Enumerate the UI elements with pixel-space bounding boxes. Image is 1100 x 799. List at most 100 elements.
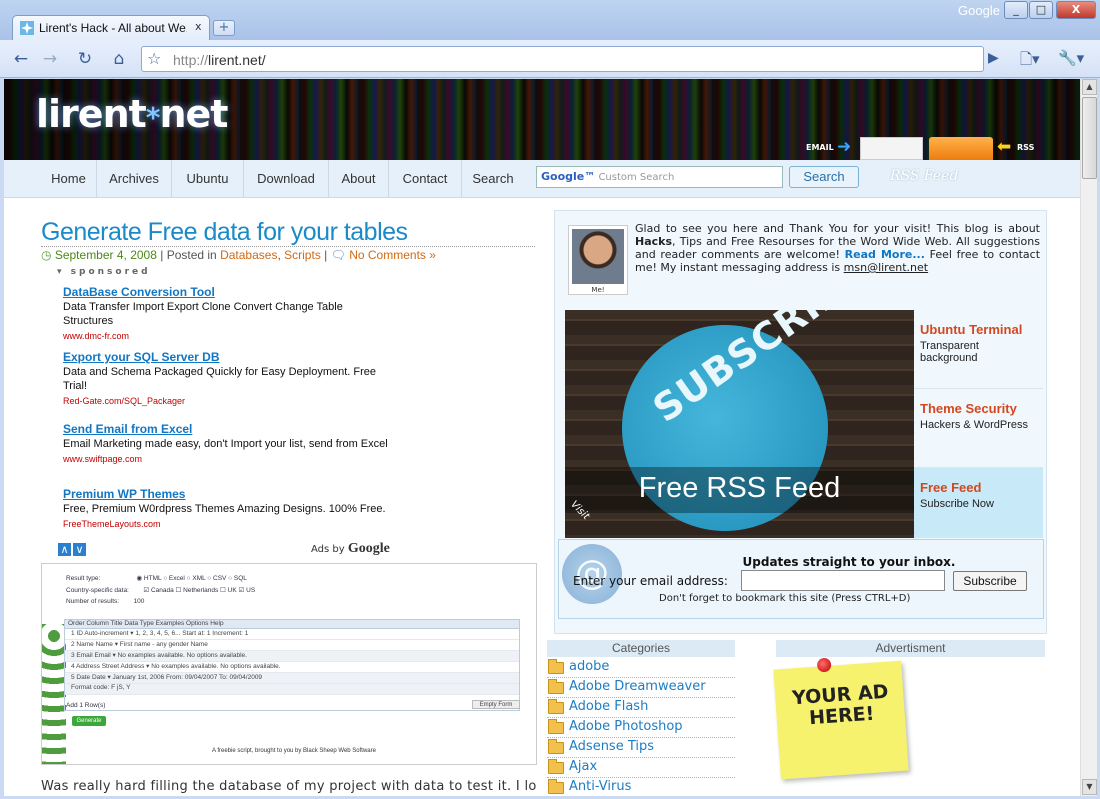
nav-ubuntu[interactable]: Ubuntu [172, 160, 244, 198]
post-screenshot-image: Result type: ◉ HTML ○ Excel ○ XML ○ CSV … [41, 563, 537, 765]
comments-link[interactable]: No Comments » [349, 248, 436, 262]
nav-contact[interactable]: Contact [389, 160, 462, 198]
category-label[interactable]: Adobe Photoshop [569, 719, 683, 734]
category-item[interactable]: Ajax [547, 758, 735, 778]
category-link-scripts[interactable]: Scripts [284, 248, 321, 262]
window-maximize-button[interactable]: □ [1029, 1, 1053, 19]
category-label[interactable]: Adobe Dreamweaver [569, 679, 706, 694]
bookmark-star-icon[interactable]: ☆ [147, 49, 161, 68]
arrow-right-icon: ➜ [837, 137, 852, 157]
feature-item-ubuntu-terminal[interactable]: Ubuntu Terminal Transparent background [914, 310, 1043, 389]
home-icon[interactable]: ⌂ [106, 46, 132, 72]
image-table-row: 2 Name Name ▾ First name - any gender Na… [65, 640, 519, 651]
go-arrow-icon[interactable]: ▶ [988, 50, 999, 66]
image-table-row: 1 ID Auto-increment ▾ 1, 2, 3, 4, 5, 6..… [65, 629, 519, 640]
category-label[interactable]: adobe [569, 659, 609, 674]
sponsored-ad[interactable]: Send Email from Excel Email Marketing ma… [63, 422, 393, 464]
site-search-button[interactable]: Search [789, 166, 859, 188]
category-item[interactable]: Adobe Flash [547, 698, 735, 718]
browser-toolbar: ← → ↻ ⌂ ☆ http://lirent.net/ ▶ 🗋▾ 🔧▾ [0, 40, 1100, 78]
scroll-down-arrow-icon[interactable]: ▼ [1082, 779, 1097, 795]
nav-search[interactable]: Search [462, 160, 524, 198]
forward-arrow-icon[interactable]: → [37, 46, 63, 72]
wrench-menu-icon[interactable]: 🔧▾ [1058, 49, 1084, 67]
feature-item-free-feed[interactable]: Free Feed Subscribe Now [914, 468, 1043, 538]
image-table-row: 3 Email Email ▾ No examples available. N… [65, 651, 519, 662]
sponsored-ad[interactable]: Export your SQL Server DB Data and Schem… [63, 350, 393, 406]
ad-title[interactable]: Export your SQL Server DB [63, 350, 393, 364]
image-table: Order Column Title Data Type Examples Op… [64, 619, 520, 711]
email-field[interactable] [741, 570, 945, 591]
address-bar[interactable]: ☆ http://lirent.net/ [141, 46, 984, 72]
browser-tab[interactable]: Lirent's Hack - All about We... x [12, 15, 210, 40]
category-item[interactable]: adobe [547, 658, 735, 678]
feature-item-theme-security[interactable]: Theme Security Hackers & WordPress [914, 389, 1043, 468]
category-label[interactable]: Adobe Flash [569, 699, 648, 714]
msn-link[interactable]: msn@lirent.net [844, 261, 928, 274]
nav-archives[interactable]: Archives [97, 160, 172, 198]
site-logo[interactable]: lirent*net [36, 92, 228, 136]
feature-title[interactable]: Free Feed [920, 480, 1037, 495]
clock-icon: ◷ [41, 248, 52, 262]
nav-home[interactable]: Home [41, 160, 97, 198]
folder-icon [548, 719, 564, 734]
scroll-thumb[interactable] [1082, 97, 1097, 179]
nav-about[interactable]: About [329, 160, 389, 198]
ad-title[interactable]: DataBase Conversion Tool [63, 285, 393, 299]
subscribe-rss-banner[interactable]: SUBSCRIBE TODAY! Free RSS Feed Visit [565, 310, 914, 538]
rss-label: RSS [1017, 143, 1035, 152]
category-item[interactable]: Adsense Tips [547, 738, 735, 758]
your-ad-text: YOUR AD HERE! [791, 680, 890, 730]
avatar-caption: Me! [591, 286, 605, 294]
sponsored-ad[interactable]: DataBase Conversion Tool Data Transfer I… [63, 285, 393, 341]
image-country: Country-specific data: ☑ Canada ☐ Nether… [66, 587, 256, 594]
read-more-link[interactable]: Read More... [845, 248, 925, 261]
new-tab-button[interactable]: + [213, 20, 235, 36]
window-minimize-button[interactable]: _ [1004, 1, 1028, 19]
ad-description: Free, Premium W0rdpress Themes Amazing D… [63, 503, 386, 515]
category-item[interactable]: Adobe Dreamweaver [547, 678, 735, 698]
category-link-databases[interactable]: Databases [220, 248, 277, 262]
category-label[interactable]: Adsense Tips [569, 739, 654, 754]
feature-subtitle: Subscribe Now [920, 498, 994, 510]
ad-title[interactable]: Send Email from Excel [63, 422, 393, 436]
category-label[interactable]: Ajax [569, 759, 597, 774]
vertical-scrollbar[interactable]: ▲ ▼ [1080, 79, 1097, 796]
ad-url[interactable]: FreeThemeLayouts.com [63, 519, 393, 529]
rss-subscribe-icon[interactable] [929, 137, 993, 160]
window-close-button[interactable]: X [1056, 1, 1096, 19]
category-item[interactable]: Adobe Photoshop [547, 718, 735, 738]
sponsored-ad[interactable]: Premium WP Themes Free, Premium W0rdpres… [63, 487, 393, 529]
ad-url[interactable]: www.swiftpage.com [63, 454, 393, 464]
folder-icon [548, 739, 564, 754]
back-arrow-icon[interactable]: ← [8, 46, 34, 72]
your-ad-here-note[interactable]: YOUR AD HERE! [773, 657, 909, 780]
browser-brand: Google [958, 3, 1000, 18]
ad-url[interactable]: Red-Gate.com/SQL_Packager [63, 396, 393, 406]
subscribe-button[interactable]: Subscribe [953, 571, 1027, 591]
updates-heading: Updates straight to your inbox. [742, 555, 956, 569]
nav-download[interactable]: Download [244, 160, 329, 198]
arrow-left-icon: ⬅ [997, 137, 1012, 157]
post-title[interactable]: Generate Free data for your tables [41, 218, 408, 247]
sponsored-label: ▾ sponsored [57, 267, 151, 277]
post-meta: ◷ September 4, 2008 | Posted in Database… [41, 248, 436, 262]
site-search-input[interactable]: Google™ Custom Search [536, 166, 783, 188]
tab-close-icon[interactable]: x [195, 20, 202, 33]
feature-title[interactable]: Ubuntu Terminal [920, 322, 1037, 337]
ads-by-google[interactable]: Ads by Google [311, 541, 390, 557]
scroll-up-arrow-icon[interactable]: ▲ [1082, 79, 1097, 95]
image-credit: A freebie script, brought to you by Blac… [212, 748, 376, 754]
category-label[interactable]: Anti-Virus [569, 779, 631, 794]
comment-icon: 🗨 [330, 248, 346, 262]
feature-title[interactable]: Theme Security [920, 401, 1037, 416]
reload-icon[interactable]: ↻ [72, 46, 98, 72]
folder-icon [548, 699, 564, 714]
ad-url[interactable]: www.dmc-fr.com [63, 331, 393, 341]
category-item[interactable]: Anti-Virus [547, 778, 735, 796]
email-subscribe-icon[interactable] [860, 137, 923, 160]
ad-description: Email Marketing made easy, don't Import … [63, 438, 388, 450]
ad-title[interactable]: Premium WP Themes [63, 487, 393, 501]
ad-nav-icons[interactable]: ∧ ∨ [58, 543, 88, 556]
page-menu-icon[interactable]: 🗋▾ [1020, 49, 1040, 74]
